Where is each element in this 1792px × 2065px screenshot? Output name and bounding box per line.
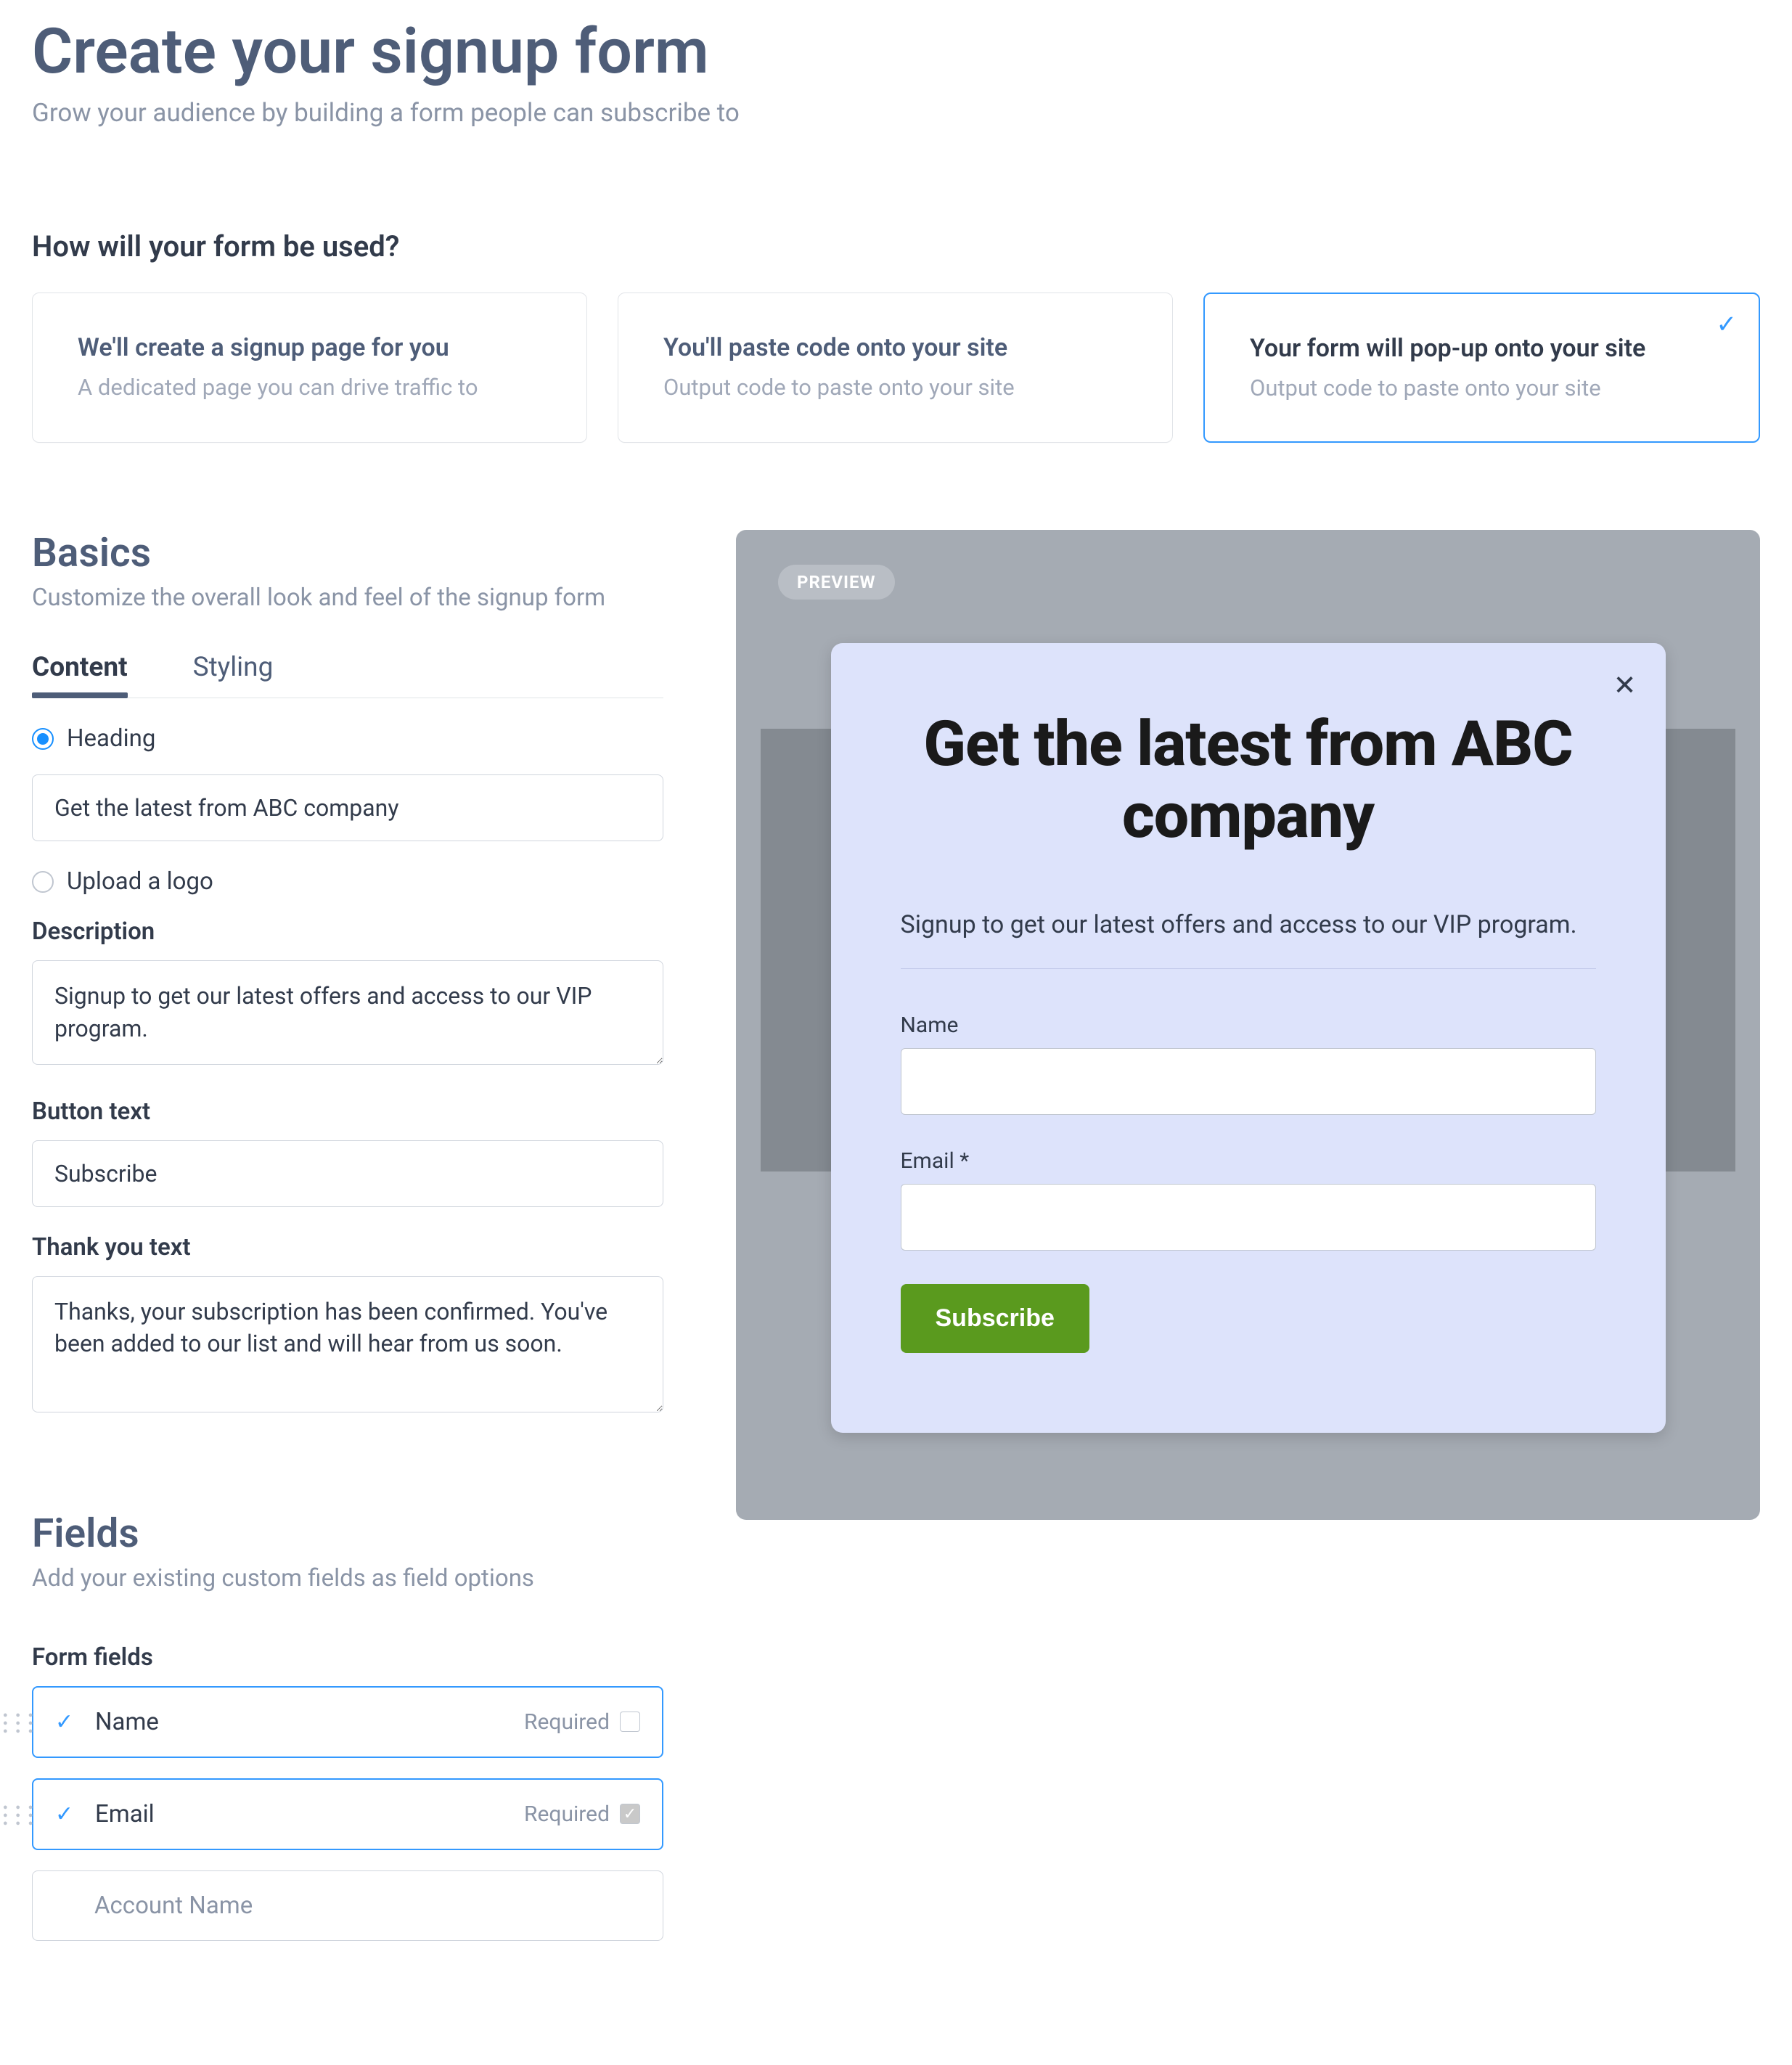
usage-card-subtitle: Output code to paste onto your site xyxy=(1250,375,1714,401)
divider xyxy=(901,968,1596,969)
popup-email-input[interactable] xyxy=(901,1184,1596,1251)
field-card-name[interactable]: ✓ Name Required xyxy=(32,1686,663,1758)
check-icon: ✓ xyxy=(55,1709,95,1735)
fields-subtitle: Add your existing custom fields as field… xyxy=(32,1564,663,1592)
usage-heading: How will your form be used? xyxy=(32,229,1760,263)
drag-handle-icon[interactable]: ● ● ●● ● ●● ● ● xyxy=(3,1803,36,1827)
description-input[interactable]: Signup to get our latest offers and acce… xyxy=(32,960,663,1065)
check-icon: ✓ xyxy=(55,1802,95,1827)
usage-card-title: We'll create a signup page for you xyxy=(78,333,541,362)
usage-card-signup-page[interactable]: We'll create a signup page for you A ded… xyxy=(32,293,587,443)
button-text-label: Button text xyxy=(32,1097,663,1126)
description-label: Description xyxy=(32,917,663,946)
popup-description: Signup to get our latest offers and acce… xyxy=(901,910,1596,939)
basics-subtitle: Customize the overall look and feel of t… xyxy=(32,584,663,612)
drag-handle-icon[interactable]: ● ● ●● ● ●● ● ● xyxy=(3,1711,36,1735)
popup-email-label: Email * xyxy=(901,1148,1596,1174)
field-card-email[interactable]: ✓ Email Required ✓ xyxy=(32,1778,663,1850)
required-label: Required xyxy=(524,1802,610,1827)
tab-styling[interactable]: Styling xyxy=(193,652,274,698)
tab-content[interactable]: Content xyxy=(32,652,128,698)
check-icon: ✓ xyxy=(1717,310,1738,339)
field-name-label: Email xyxy=(95,1800,524,1828)
page-title: Create your signup form xyxy=(32,15,1760,88)
popup-heading: Get the latest from ABC company xyxy=(901,708,1596,852)
close-icon[interactable]: ✕ xyxy=(1613,669,1637,702)
usage-card-subtitle: Output code to paste onto your site xyxy=(663,374,1127,401)
upload-logo-option-label: Upload a logo xyxy=(67,867,213,896)
usage-card-subtitle: A dedicated page you can drive traffic t… xyxy=(78,374,541,401)
form-fields-label: Form fields xyxy=(32,1643,663,1672)
basics-title: Basics xyxy=(32,530,663,576)
field-card-account-name[interactable]: Account Name xyxy=(32,1870,663,1941)
upload-logo-option-row[interactable]: Upload a logo xyxy=(32,867,663,896)
heading-option-label: Heading xyxy=(67,724,155,753)
subscribe-button[interactable]: Subscribe xyxy=(901,1284,1089,1353)
usage-card-title: You'll paste code onto your site xyxy=(663,333,1127,362)
preview-panel: PREVIEW ✕ Get the latest from ABC compan… xyxy=(736,530,1760,1520)
heading-input[interactable] xyxy=(32,774,663,841)
field-name-label: Name xyxy=(95,1708,524,1736)
usage-card-paste-code[interactable]: You'll paste code onto your site Output … xyxy=(618,293,1173,443)
usage-card-popup[interactable]: ✓ Your form will pop-up onto your site O… xyxy=(1203,293,1760,443)
radio-unselected-icon xyxy=(32,871,54,893)
usage-card-title: Your form will pop-up onto your site xyxy=(1250,334,1714,363)
preview-badge: PREVIEW xyxy=(778,565,895,600)
fields-title: Fields xyxy=(32,1510,663,1557)
button-text-input[interactable] xyxy=(32,1140,663,1207)
required-label: Required xyxy=(524,1709,610,1735)
required-checkbox[interactable]: ✓ xyxy=(620,1804,640,1824)
page-subtitle: Grow your audience by building a form pe… xyxy=(32,98,1760,128)
popup-name-input[interactable] xyxy=(901,1048,1596,1115)
field-name-label: Account Name xyxy=(94,1892,641,1920)
popup-name-label: Name xyxy=(901,1013,1596,1038)
preview-popup: ✕ Get the latest from ABC company Signup… xyxy=(831,643,1666,1433)
radio-selected-icon xyxy=(32,728,54,750)
usage-cards: We'll create a signup page for you A ded… xyxy=(32,293,1760,443)
heading-option-row[interactable]: Heading xyxy=(32,724,663,753)
tabs: Content Styling xyxy=(32,652,663,698)
thankyou-input[interactable]: Thanks, your subscription has been confi… xyxy=(32,1276,663,1412)
thankyou-label: Thank you text xyxy=(32,1233,663,1262)
required-checkbox[interactable] xyxy=(620,1712,640,1732)
